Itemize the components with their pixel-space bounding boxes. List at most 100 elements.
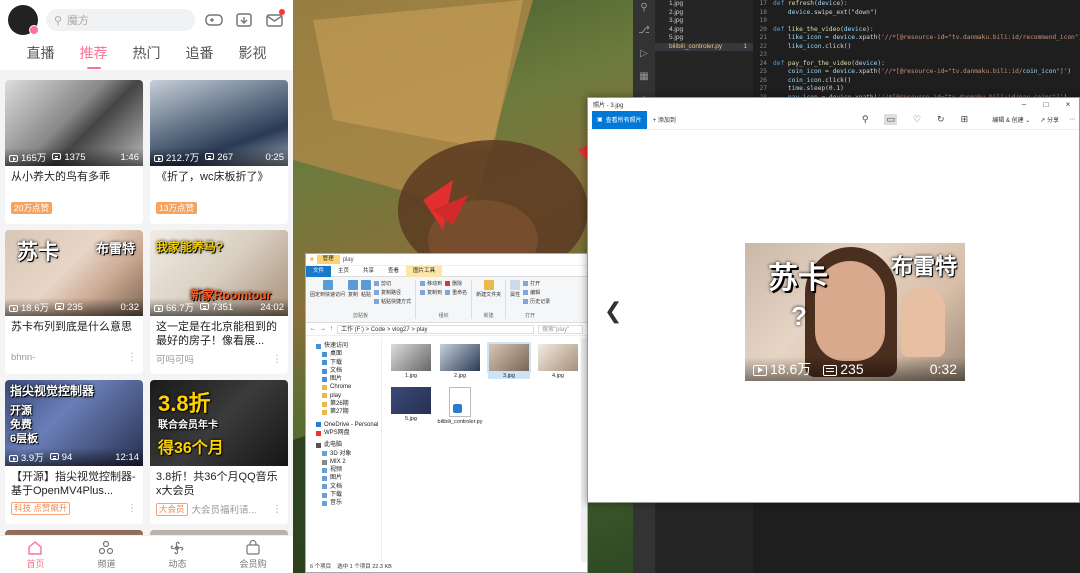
avatar[interactable] bbox=[8, 5, 39, 35]
close-icon[interactable]: × bbox=[1057, 100, 1079, 109]
tab-live[interactable]: 直播 bbox=[27, 43, 55, 67]
download-icon[interactable] bbox=[233, 9, 255, 31]
maximize-icon[interactable]: □ bbox=[1035, 100, 1057, 109]
nav-pane-item[interactable]: OneDrive - Personal bbox=[306, 421, 381, 429]
new-folder-button[interactable]: 新建文件夹 bbox=[476, 280, 501, 298]
file-item[interactable]: 4.jpg bbox=[537, 344, 579, 379]
nav-member-shop[interactable]: 会员购 bbox=[239, 539, 267, 570]
nav-home[interactable]: 首页 bbox=[26, 540, 45, 570]
file-item[interactable]: 5.jpg bbox=[390, 387, 432, 425]
tab-picture-tools[interactable]: 图片工具 bbox=[406, 265, 443, 277]
nav-pane-item[interactable]: 快速访问 bbox=[306, 342, 381, 350]
tab-home[interactable]: 主页 bbox=[331, 266, 356, 277]
properties-button[interactable]: 属性 bbox=[510, 280, 520, 305]
nav-pane-item[interactable]: 桌面 bbox=[306, 350, 381, 358]
file-item-selected[interactable]: bilibili_controler.py 1 bbox=[655, 42, 753, 51]
tab-view[interactable]: 查看 bbox=[381, 266, 406, 277]
nav-pane-item[interactable]: 图片 bbox=[306, 474, 381, 482]
video-card[interactable]: 212.7万 267 0:25 《折了，wc床板折了》 13万点赞 bbox=[150, 80, 288, 224]
back-arrow-icon[interactable]: ← bbox=[310, 326, 316, 332]
tab-hot[interactable]: 热门 bbox=[133, 43, 161, 67]
file-item[interactable]: 1.jpg bbox=[655, 0, 753, 9]
cut-button[interactable]: 剪切 bbox=[374, 280, 411, 287]
manage-tab[interactable]: 管理 bbox=[316, 255, 340, 264]
game-icon[interactable] bbox=[203, 9, 225, 31]
nav-channel[interactable]: 频道 bbox=[97, 540, 116, 570]
file-item[interactable]: 2.jpg bbox=[655, 9, 753, 18]
more-options-icon[interactable]: ⋮ bbox=[127, 352, 137, 363]
copy-button[interactable]: 复制 bbox=[348, 280, 358, 305]
nav-pane-item[interactable]: 下载 bbox=[306, 359, 381, 367]
extensions-icon[interactable]: ▦ bbox=[639, 71, 648, 82]
tab-anime[interactable]: 追番 bbox=[186, 43, 214, 67]
tab-file[interactable]: 文件 bbox=[306, 265, 332, 277]
move-to-button[interactable]: 移动到 bbox=[420, 280, 442, 287]
see-all-photos-button[interactable]: ▣ 查看所有照片 bbox=[592, 110, 647, 129]
address-bar[interactable]: 工作 (F:) > Code > vlog27 > play bbox=[337, 324, 534, 334]
nav-pane-item[interactable]: 第26期 bbox=[306, 400, 381, 408]
nav-pane-item[interactable]: 下载 bbox=[306, 491, 381, 499]
file-item[interactable]: 5.jpg bbox=[655, 34, 753, 43]
minimize-icon[interactable]: – bbox=[1013, 100, 1035, 109]
up-arrow-icon[interactable]: ↑ bbox=[330, 326, 333, 332]
pin-quick-access-button[interactable]: 固定到快速访问 bbox=[310, 280, 345, 305]
rename-button[interactable]: 重命名 bbox=[445, 289, 467, 296]
video-card[interactable]: 苏卡 布雷特 18.6万 235 0:32 苏卡布列到底是什么意思 bhnn- ⋮ bbox=[5, 230, 143, 374]
nav-pane-item[interactable]: 图片 bbox=[306, 375, 381, 383]
more-options-icon[interactable]: ⋮ bbox=[127, 503, 137, 514]
video-card[interactable]: 我家能养马? 新家Roomtour 66.7万 7351 24:02 这一定是在… bbox=[150, 230, 288, 374]
search-placeholder: 魔方 bbox=[67, 15, 90, 27]
video-card[interactable]: 指尖视觉控制器 开源 免费 6层板 3.9万 94 12:14 【开源】指尖视觉… bbox=[5, 380, 143, 524]
run-icon[interactable]: ▷ bbox=[640, 48, 648, 59]
file-item[interactable]: 1.jpg bbox=[390, 344, 432, 379]
open-button[interactable]: 打开 bbox=[523, 280, 550, 287]
paste-button[interactable]: 粘贴 bbox=[361, 280, 371, 305]
delete-icon[interactable]: ▭ bbox=[884, 114, 897, 125]
favorite-icon[interactable]: ♡ bbox=[913, 114, 921, 125]
more-icon[interactable]: ⋯ bbox=[1069, 116, 1075, 123]
rotate-icon[interactable]: ↻ bbox=[937, 114, 945, 125]
share-button[interactable]: ↗ 分享 bbox=[1040, 115, 1059, 124]
history-button[interactable]: 历史记录 bbox=[523, 298, 550, 305]
nav-pane-item[interactable]: Chrome bbox=[306, 383, 381, 391]
edit-create-button[interactable]: 编辑 & 创建 ⌄ bbox=[992, 115, 1030, 124]
nav-pane-item[interactable]: MIX 2 bbox=[306, 458, 381, 466]
search-input[interactable]: 搜索"play" bbox=[538, 324, 583, 334]
tab-recommend[interactable]: 推荐 bbox=[80, 43, 108, 69]
nav-pane-item[interactable]: 文档 bbox=[306, 367, 381, 375]
nav-pane-item[interactable]: 文档 bbox=[306, 483, 381, 491]
crop-icon[interactable]: ⊞ bbox=[961, 114, 969, 125]
message-icon[interactable] bbox=[263, 9, 285, 31]
video-card[interactable]: 165万 1375 1:46 从小养大的鸟有多乖 20万点赞 bbox=[5, 80, 143, 224]
previous-arrow-icon[interactable]: ❮ bbox=[604, 298, 622, 324]
nav-pane-item[interactable]: 音乐 bbox=[306, 499, 381, 507]
source-control-icon[interactable]: ⎇ bbox=[638, 25, 650, 36]
nav-pane-item[interactable]: 视频 bbox=[306, 466, 381, 474]
edit-button[interactable]: 编辑 bbox=[523, 289, 550, 296]
nav-dynamic[interactable]: 动态 bbox=[168, 540, 187, 570]
more-options-icon[interactable]: ⋮ bbox=[272, 354, 282, 365]
nav-pane-item[interactable]: 第27期 bbox=[306, 408, 381, 416]
delete-button[interactable]: 删除 bbox=[445, 280, 467, 287]
copy-path-button[interactable]: 复制路径 bbox=[374, 289, 411, 296]
search-box[interactable]: ⚲ 魔方 bbox=[46, 9, 195, 31]
file-item[interactable]: 2.jpg bbox=[439, 344, 481, 379]
copy-to-button[interactable]: 复制到 bbox=[420, 289, 442, 296]
zoom-icon[interactable]: ⚲ bbox=[862, 114, 869, 125]
tab-movies[interactable]: 影视 bbox=[239, 43, 267, 67]
nav-pane-item[interactable]: 3D 对象 bbox=[306, 450, 381, 458]
ad-card[interactable]: 3.8折 联合会员年卡 得36个月 3.8折！共36个月QQ音乐x大会员 大会员… bbox=[150, 380, 288, 524]
forward-arrow-icon[interactable]: → bbox=[320, 326, 326, 332]
search-icon[interactable]: ⚲ bbox=[640, 2, 647, 13]
more-options-icon[interactable]: ⋮ bbox=[272, 504, 282, 515]
nav-pane-item[interactable]: WPS网盘 bbox=[306, 429, 381, 437]
file-item[interactable]: 4.jpg bbox=[655, 26, 753, 35]
file-item-selected[interactable]: 3.jpg bbox=[487, 342, 531, 379]
file-item[interactable]: 3.jpg bbox=[655, 17, 753, 26]
file-item[interactable]: bilibili_controler.py bbox=[438, 387, 482, 425]
nav-pane-item[interactable]: 此电脑 bbox=[306, 441, 381, 449]
nav-pane-item[interactable]: play bbox=[306, 392, 381, 400]
add-to-button[interactable]: + 添加到 bbox=[653, 115, 676, 124]
tab-share[interactable]: 共享 bbox=[356, 266, 381, 277]
paste-shortcut-button[interactable]: 粘贴快捷方式 bbox=[374, 298, 411, 305]
